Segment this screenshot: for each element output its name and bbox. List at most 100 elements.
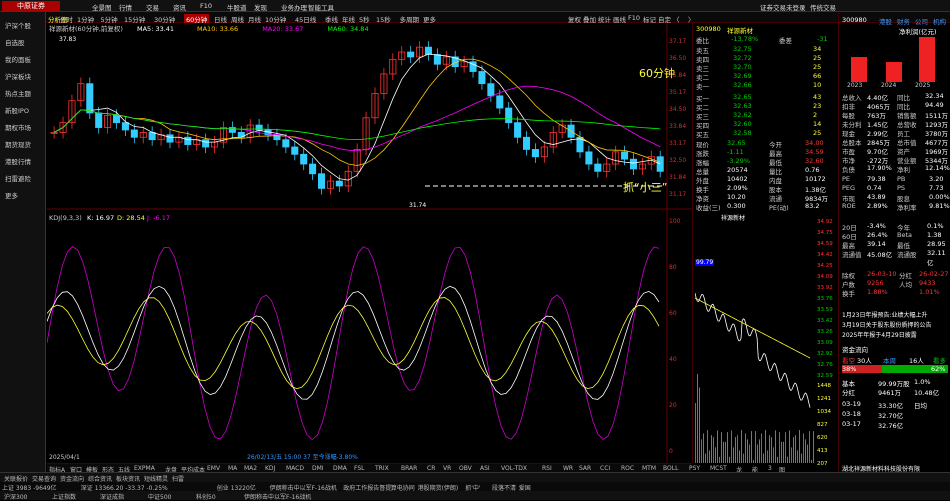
date-value: 9433 bbox=[919, 279, 936, 287]
buy-label: 买五 bbox=[696, 131, 709, 139]
indicator-tab[interactable]: CR bbox=[427, 465, 435, 472]
quote-label: 委比 bbox=[696, 37, 709, 45]
indicator-tab[interactable]: EMV bbox=[207, 465, 220, 472]
menu-item[interactable]: 全景图 bbox=[92, 2, 112, 12]
volume-bar bbox=[739, 450, 740, 463]
info-tab[interactable]: 公司 bbox=[915, 16, 928, 26]
sidebar-item[interactable]: 扫雷避险 bbox=[5, 173, 31, 183]
info-tab[interactable]: 财务 bbox=[897, 16, 910, 26]
indicator-tab[interactable]: SAR bbox=[579, 465, 591, 472]
indicator-tab[interactable]: DMA bbox=[333, 465, 347, 472]
indicator-tab[interactable]: MA2 bbox=[244, 465, 257, 472]
indicator-tab[interactable]: PSY bbox=[689, 465, 700, 472]
sidebar-item[interactable]: 沪深个股 bbox=[5, 20, 31, 30]
news-item[interactable]: 2025年年报于4月29日披露 bbox=[842, 330, 917, 339]
indicator-tab[interactable]: VR bbox=[443, 465, 451, 472]
sidebar-item[interactable]: 热点主题 bbox=[5, 88, 31, 98]
app-logo: 中原证券 bbox=[2, 1, 60, 11]
axis-tick: 33.09 bbox=[817, 340, 833, 346]
indicator-tab[interactable]: ASI bbox=[480, 465, 490, 472]
volume-bar bbox=[763, 453, 764, 463]
indicator-tab[interactable]: KDJ bbox=[265, 465, 275, 472]
info-tab[interactable]: 机构 bbox=[933, 16, 946, 26]
kline-chart[interactable]: 祥源新材(60分钟,前复权) MA5: 33.41 MA10: 33.66 MA20:… bbox=[46, 23, 692, 463]
menu-item[interactable]: 业务办理 bbox=[281, 2, 307, 12]
ma-label: MA5: 33.41 bbox=[137, 25, 174, 33]
volume-bar bbox=[721, 432, 722, 463]
indicator-tab[interactable]: WR bbox=[563, 465, 573, 472]
top-menu-bar: 中原证券 全景图 行情 交易 资讯 F10 牛股道 发现 业务办理 智能工具 证券交易未登录 传统交… bbox=[0, 0, 950, 12]
info-tab[interactable]: 港股 bbox=[879, 16, 892, 26]
ma-label: MA60: 34.84 bbox=[327, 25, 368, 33]
indicator-tab[interactable]: OBV bbox=[459, 465, 472, 472]
volume-bar bbox=[801, 453, 802, 463]
sidebar-item[interactable]: 期货现货 bbox=[5, 139, 31, 149]
indicator-tab[interactable]: ROC bbox=[621, 465, 634, 472]
indicator-tab[interactable]: 3 bbox=[768, 465, 772, 472]
indicator-tab[interactable]: MTM bbox=[642, 465, 656, 472]
sentiment-bear-label: 看空 bbox=[842, 357, 855, 365]
kdj-tick: 100 bbox=[669, 218, 681, 225]
indicator-tab[interactable]: EXPMA bbox=[134, 465, 155, 472]
sidebar-item[interactable]: 沪深板块 bbox=[5, 71, 31, 81]
menu-item[interactable]: 发现 bbox=[254, 2, 267, 12]
volume-bar bbox=[811, 459, 812, 463]
indicator-tab[interactable]: DMI bbox=[312, 465, 324, 472]
indicator-tab[interactable]: BRAR bbox=[401, 465, 417, 472]
sidebar-item[interactable]: 港股行情 bbox=[5, 156, 31, 166]
val-label: 净利率 bbox=[897, 204, 917, 212]
sidebar-item[interactable]: 更多 bbox=[5, 190, 18, 200]
indicator-tab[interactable]: TRIX bbox=[375, 465, 389, 472]
footer-toolbar: 关联报价 交易查询 资金流向 综合资讯 板块资讯 短线精灵 扫雷 bbox=[0, 472, 950, 483]
profit-bar bbox=[919, 37, 935, 82]
menu-item[interactable]: 传统交易 bbox=[810, 2, 836, 12]
menu-item[interactable]: 行情 bbox=[119, 2, 132, 12]
indicator-tab[interactable]: MA bbox=[228, 465, 237, 472]
menu-item[interactable]: 证券交易未登录 bbox=[760, 2, 806, 12]
candle-body bbox=[424, 46, 432, 55]
sidebar-item[interactable]: 新股IPO bbox=[5, 105, 29, 115]
news-item[interactable]: 1月23日年报预告:业绩大幅上升 bbox=[842, 310, 927, 319]
sell-vol: 66 bbox=[813, 72, 822, 80]
volume-bar bbox=[781, 441, 782, 463]
sidebar-item[interactable]: 期权市场 bbox=[5, 122, 31, 132]
sentiment-bull-label: 看多 bbox=[933, 357, 946, 365]
menu-item[interactable]: 资讯 bbox=[173, 2, 186, 12]
volume-bar bbox=[785, 432, 786, 463]
volume-bar bbox=[791, 447, 792, 463]
ret-value: 39.14 bbox=[867, 240, 886, 248]
volume-bar bbox=[749, 444, 750, 463]
menu-item[interactable]: 牛股道 bbox=[227, 2, 247, 12]
toolbar-button[interactable]: F10 bbox=[628, 14, 640, 22]
indicator-tab[interactable]: VOL-TDX bbox=[501, 465, 527, 472]
price-tick: 31.84 bbox=[669, 174, 686, 181]
menu-item[interactable]: F10 bbox=[200, 2, 212, 10]
news-item[interactable]: 3月19日关于股东股份质押的公告 bbox=[842, 320, 931, 329]
indicator-tab[interactable]: RSI bbox=[542, 465, 552, 472]
profit-bar-chart bbox=[851, 37, 935, 82]
indicator-tab[interactable]: MCST bbox=[710, 465, 727, 472]
vol-tick: 1034 bbox=[817, 409, 831, 415]
volume-bar bbox=[755, 431, 756, 463]
sell-vol: 10 bbox=[813, 81, 822, 89]
profit-bar bbox=[886, 62, 902, 82]
axis-tick: 33.76 bbox=[817, 296, 833, 302]
trade-cell: 1.0% bbox=[914, 378, 931, 386]
sidebar-item[interactable]: 我的面板 bbox=[5, 54, 31, 64]
candle-body bbox=[148, 131, 156, 141]
tick-cell: 03-18 bbox=[842, 410, 861, 418]
buy-price: 32.60 bbox=[733, 120, 752, 128]
menu-item[interactable]: 交易 bbox=[146, 2, 159, 12]
indicator-tab[interactable]: MACD bbox=[286, 465, 304, 472]
indicator-tab[interactable]: BOLL bbox=[663, 465, 678, 472]
indicator-tab[interactable]: CCI bbox=[600, 465, 610, 472]
sidebar-item[interactable]: 自选股 bbox=[5, 37, 25, 47]
stat-value: 20574 bbox=[727, 166, 748, 174]
price-tick: 31.17 bbox=[669, 191, 686, 198]
chart-area[interactable]: 祥源新材(60分钟,前复权) MA5: 33.41 MA10: 33.66 MA20:… bbox=[46, 23, 692, 463]
trade-cell: 9461万 bbox=[878, 389, 902, 397]
menu-item[interactable]: 智能工具 bbox=[308, 2, 334, 12]
indicator-tab[interactable]: FSL bbox=[354, 465, 365, 472]
sell-price: 32.75 bbox=[733, 45, 752, 53]
volume-bar bbox=[725, 441, 726, 463]
